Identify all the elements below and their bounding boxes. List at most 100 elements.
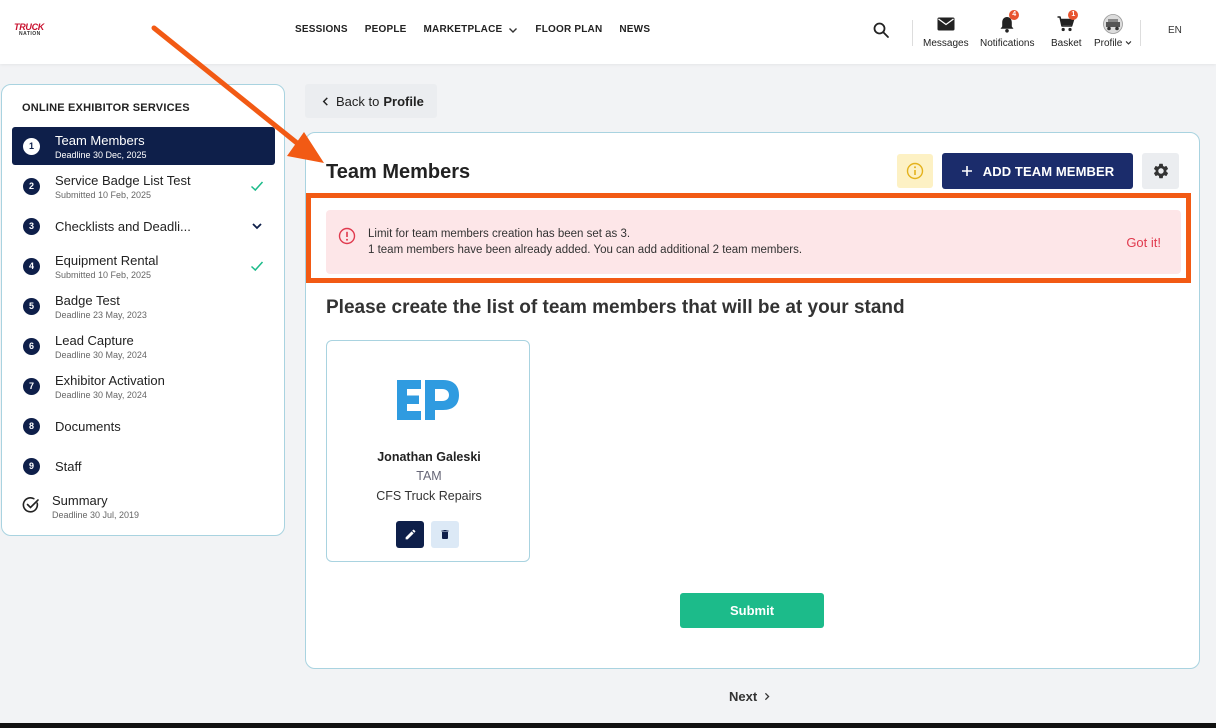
gear-icon [1153, 163, 1168, 179]
step-name: Badge Test [55, 293, 120, 308]
next-button[interactable]: Next [729, 689, 771, 704]
step-deadline: Deadline 23 May, 2023 [55, 310, 147, 320]
back-to-profile-button[interactable]: Back to Profile [305, 84, 437, 118]
page-title: Team Members [326, 161, 471, 183]
edit-member-button[interactable] [396, 521, 424, 548]
step-number: 5 [23, 298, 40, 315]
company-logo [397, 380, 459, 420]
basket-count-badge: 1 [1068, 10, 1079, 20]
back-prefix: Back to [336, 93, 380, 109]
member-company: CFS Truck Repairs [376, 489, 482, 503]
nav-floor-plan[interactable]: FLOOR PLAN [535, 24, 602, 35]
step-name: Summary [52, 493, 108, 508]
basket-button[interactable]: 1 Basket [1051, 10, 1082, 49]
next-label: Next [729, 689, 758, 704]
step-number: 2 [23, 178, 40, 195]
step-lead-capture[interactable]: 6 Lead Capture Deadline 30 May, 2024 [12, 327, 275, 365]
language-selector[interactable]: EN [1168, 25, 1182, 36]
section-title: Please create the list of team members t… [326, 297, 905, 318]
step-checklists-and-deadlines[interactable]: 3 Checklists and Deadli... [12, 207, 275, 245]
step-name: Lead Capture [55, 333, 134, 348]
notifications-count-badge: 4 [1009, 10, 1020, 20]
envelope-icon [937, 17, 955, 31]
profile-button[interactable]: Profile [1094, 13, 1132, 49]
bottom-border [0, 723, 1216, 728]
truck-nation-logo[interactable]: TRUCK NATION [14, 22, 48, 38]
alert-line-2: 1 team members have been already added. … [368, 244, 803, 256]
step-team-members[interactable]: 1 Team Members Deadline 30 Dec, 2025 [12, 127, 275, 165]
nav-news[interactable]: NEWS [619, 24, 650, 35]
sidebar-title: ONLINE EXHIBITOR SERVICES [22, 102, 190, 114]
info-button[interactable] [897, 154, 933, 188]
profile-label: Profile [1094, 38, 1132, 49]
step-deadline: Deadline 30 Dec, 2025 [55, 150, 147, 160]
step-summary[interactable]: Summary Deadline 30 Jul, 2019 [12, 487, 275, 525]
step-status: Submitted 10 Feb, 2025 [55, 190, 152, 200]
divider [912, 20, 913, 46]
logo-line-2: NATION [19, 31, 41, 37]
step-exhibitor-activation[interactable]: 7 Exhibitor Activation Deadline 30 May, … [12, 367, 275, 405]
top-navigation-bar: TRUCK NATION SESSIONS PEOPLE MARKETPLACE… [0, 0, 1216, 64]
step-name: Equipment Rental [55, 253, 159, 268]
notifications-label: Notifications [980, 38, 1035, 49]
step-name: Service Badge List Test [55, 173, 191, 188]
step-deadline: Deadline 30 May, 2024 [55, 390, 147, 400]
profile-text: Profile [1094, 38, 1123, 49]
chevron-down-icon[interactable] [249, 218, 265, 234]
chevron-right-icon [765, 692, 770, 701]
team-member-card: Jonathan Galeski TAM CFS Truck Repairs [326, 340, 530, 562]
step-name: Documents [55, 419, 121, 434]
checkmark-icon [250, 181, 264, 192]
add-team-member-label: ADD TEAM MEMBER [982, 163, 1115, 179]
got-it-button[interactable]: Got it! [1126, 235, 1161, 250]
step-number: 4 [23, 258, 40, 275]
avatar [1103, 14, 1123, 34]
delete-member-button[interactable] [431, 521, 459, 548]
nav-sessions[interactable]: SESSIONS [295, 24, 348, 35]
step-equipment-rental[interactable]: 4 Equipment Rental Submitted 10 Feb, 202… [12, 247, 275, 285]
step-deadline: Deadline 30 Jul, 2019 [52, 510, 140, 520]
step-number: 3 [23, 218, 40, 235]
main-nav: SESSIONS PEOPLE MARKETPLACE FLOOR PLAN N… [295, 24, 650, 35]
step-number: 7 [23, 378, 40, 395]
pencil-icon [405, 529, 415, 540]
chevron-down-icon [509, 27, 518, 33]
exhibitor-services-sidebar: ONLINE EXHIBITOR SERVICES 1 Team Members… [1, 84, 285, 536]
step-name: Exhibitor Activation [55, 373, 165, 388]
step-badge-test[interactable]: 5 Badge Test Deadline 23 May, 2023 [12, 287, 275, 325]
team-member-limit-alert: Limit for team members creation has been… [326, 210, 1181, 274]
nav-marketplace[interactable]: MARKETPLACE [424, 24, 519, 35]
step-documents[interactable]: 8 Documents [12, 407, 275, 445]
basket-label: Basket [1051, 38, 1082, 49]
step-status: Submitted 10 Feb, 2025 [55, 270, 152, 280]
notifications-button[interactable]: 4 Notifications [980, 10, 1035, 49]
add-team-member-button[interactable]: ADD TEAM MEMBER [942, 153, 1133, 189]
nav-people[interactable]: PEOPLE [365, 24, 407, 35]
search-icon[interactable] [872, 21, 890, 39]
submit-button[interactable]: Submit [680, 593, 824, 628]
checkmark-icon [250, 261, 264, 272]
step-number: 9 [23, 458, 40, 475]
step-name: Team Members [55, 133, 145, 148]
step-staff[interactable]: 9 Staff [12, 447, 275, 485]
member-name: Jonathan Galeski [377, 450, 481, 464]
step-deadline: Deadline 30 May, 2024 [55, 350, 147, 360]
info-icon [906, 162, 924, 180]
messages-button[interactable]: Messages [923, 13, 969, 49]
team-members-panel: Team Members ADD TEAM MEMBER Limit for t… [305, 132, 1200, 669]
alert-circle-icon [338, 227, 356, 245]
plus-icon [961, 166, 972, 176]
step-name: Staff [55, 459, 82, 474]
step-number: 6 [23, 338, 40, 355]
nav-marketplace-label: MARKETPLACE [423, 24, 503, 35]
check-circle-icon [22, 497, 39, 513]
step-name: Checklists and Deadli... [55, 219, 191, 234]
chevron-left-icon [322, 96, 328, 106]
step-number: 1 [23, 138, 40, 155]
messages-label: Messages [923, 38, 969, 49]
alert-line-1: Limit for team members creation has been… [368, 228, 631, 240]
step-number: 8 [23, 418, 40, 435]
settings-button[interactable] [1142, 153, 1179, 189]
chevron-down-icon [1125, 41, 1132, 45]
step-service-badge-list-test[interactable]: 2 Service Badge List Test Submitted 10 F… [12, 167, 275, 205]
